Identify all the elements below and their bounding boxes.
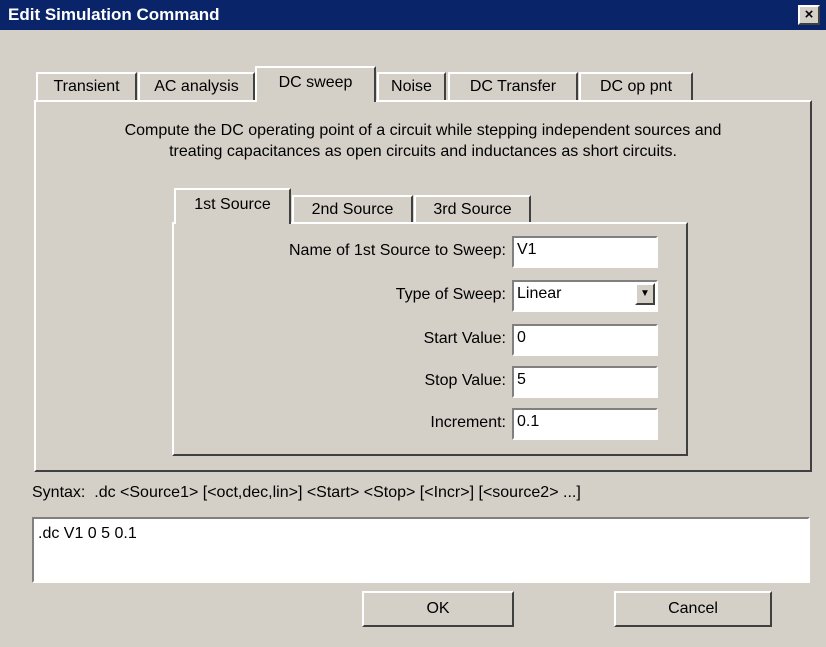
stop-value-label: Stop Value: [424, 372, 506, 389]
start-value-input[interactable]: 0 [512, 324, 658, 356]
tab-transient[interactable]: Transient [36, 72, 137, 100]
increment-input[interactable]: 0.1 [512, 408, 658, 440]
dc-sweep-panel: Compute the DC operating point of a circ… [34, 100, 812, 472]
tab-dc-transfer[interactable]: DC Transfer [448, 72, 578, 100]
tab-dc-sweep[interactable]: DC sweep [255, 66, 376, 102]
cancel-button[interactable]: Cancel [614, 591, 772, 627]
start-value-label: Start Value: [423, 330, 506, 347]
tab-dc-op-pnt[interactable]: DC op pnt [579, 72, 693, 100]
source-panel: Name of 1st Source to Sweep: V1 Type of … [172, 222, 688, 456]
tab-2nd-source[interactable]: 2nd Source [292, 195, 413, 223]
description-line-2: treating capacitances as open circuits a… [169, 143, 677, 160]
sweep-type-label: Type of Sweep: [395, 286, 506, 303]
description-line-1: Compute the DC operating point of a circ… [124, 122, 722, 139]
dialog-title: Edit Simulation Command [8, 5, 220, 24]
source-name-input[interactable]: V1 [512, 236, 658, 268]
stop-value-input[interactable]: 5 [512, 366, 658, 398]
sweep-type-value: Linear [517, 285, 562, 302]
tab-1st-source[interactable]: 1st Source [174, 188, 291, 224]
tab-ac-analysis[interactable]: AC analysis [138, 72, 255, 100]
tab-noise[interactable]: Noise [377, 72, 446, 100]
increment-label: Increment: [430, 414, 506, 431]
ok-button[interactable]: OK [362, 591, 514, 627]
tab-3rd-source[interactable]: 3rd Source [414, 195, 531, 223]
source-name-label: Name of 1st Source to Sweep: [289, 242, 506, 259]
sweep-type-select[interactable]: Linear ▼ [512, 280, 658, 312]
edit-simulation-dialog: Edit Simulation Command × Transient AC a… [0, 0, 826, 647]
title-bar[interactable]: Edit Simulation Command × [0, 0, 826, 30]
command-textarea[interactable]: .dc V1 0 5 0.1 [32, 517, 810, 583]
chevron-down-icon[interactable]: ▼ [635, 283, 655, 305]
syntax-text: Syntax: .dc <Source1> [<oct,dec,lin>] <S… [32, 484, 581, 501]
close-button[interactable]: × [798, 5, 820, 25]
